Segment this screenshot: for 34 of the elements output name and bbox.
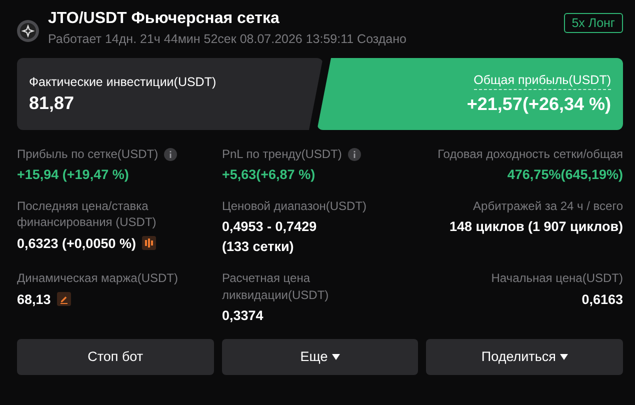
- stat-label: Динамическая маржа(USDT): [17, 270, 178, 287]
- stat-value: 0,6323 (+0,0050 %): [17, 236, 136, 251]
- card-value: 81,87: [29, 92, 76, 114]
- action-button[interactable]: Стоп бот: [17, 338, 214, 375]
- card-value: +21,57(+26,34 %): [466, 94, 611, 115]
- stat-label: Годовая доходность сетки/общая: [438, 146, 623, 162]
- info-icon[interactable]: [164, 148, 178, 161]
- action-button[interactable]: Поделиться: [426, 338, 624, 375]
- stat-value: 476,75%(645,19%): [507, 167, 623, 182]
- stat-value: 0,3374: [222, 308, 264, 323]
- stat-value: 148 циклов (1 907 циклов): [450, 219, 623, 234]
- card-label: Фактические инвестиции(USDT): [29, 74, 218, 88]
- stat-value: +15,94 (+19,47 %): [17, 167, 129, 182]
- leverage-badge: 5x Лонг: [564, 13, 623, 33]
- edit-icon[interactable]: [56, 292, 71, 306]
- stat-value: +5,63(+6,87 %): [222, 167, 316, 182]
- stat-label: Прибыль по сетке(USDT): [17, 146, 158, 162]
- info-icon[interactable]: [348, 148, 361, 161]
- stat-value: 0,4953 - 0,7429: [222, 219, 317, 234]
- stat-value: 68,13: [17, 292, 51, 307]
- stat-label: Арбитражей за 24 ч / всего: [473, 198, 623, 214]
- stat-label: Ценовой диапазон(USDT): [222, 198, 367, 214]
- stat-label: PnL по тренду(USDT): [222, 146, 342, 162]
- stat-value: 0,6163: [582, 292, 623, 307]
- card-label: Общая прибыль(USDT): [474, 73, 611, 90]
- stat-label: Расчетная цена ликвидации(USDT): [222, 270, 330, 303]
- stat-value: (133 сетки): [222, 239, 294, 254]
- stat-label: Начальная цена(USDT): [491, 270, 623, 287]
- token-logo-icon: [17, 20, 39, 42]
- stat-label: Последняя цена/ставка финансирования (USDT): [17, 198, 158, 231]
- action-button[interactable]: Еще: [222, 338, 418, 375]
- candlestick-icon[interactable]: [142, 236, 156, 250]
- bot-title: JTO/USDT Фьючерсная сетка: [48, 10, 280, 28]
- runtime-text: Работает 14дн. 21ч 44мин 52сек 08.07.2026 13:59:11 Создано: [48, 32, 408, 46]
